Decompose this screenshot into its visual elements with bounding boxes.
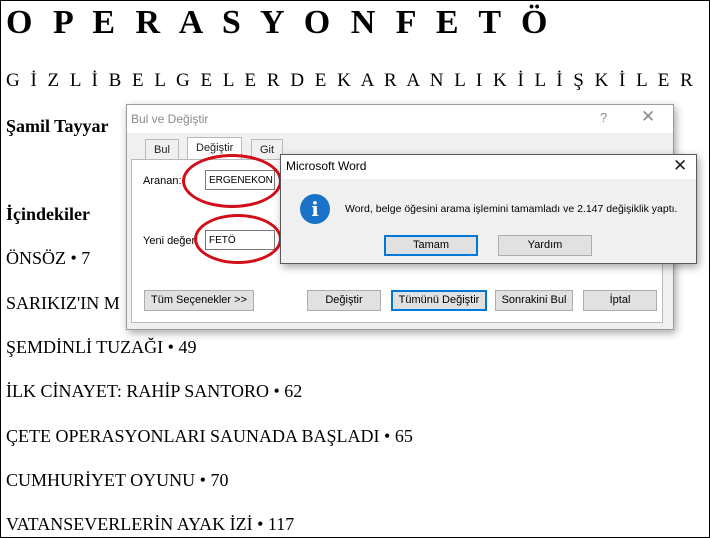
replace-label: Yeni değer: bbox=[143, 235, 199, 247]
toc-item: CUMHURİYET OYUNU • 70 bbox=[6, 470, 229, 490]
replace-value-annotation-circle bbox=[194, 214, 282, 264]
close-icon[interactable]: ✕ bbox=[673, 156, 687, 176]
close-icon[interactable]: ✕ bbox=[641, 107, 655, 127]
toc-item: İLK CİNAYET: RAHİP SANTORO • 62 bbox=[6, 381, 303, 401]
toc-item: ÇETE OPERASYONLARI SAUNADA BAŞLADI • 65 bbox=[6, 426, 413, 446]
help-button[interactable]: Yardım bbox=[498, 235, 592, 256]
toc-item: SARIKIZ'IN M bbox=[6, 293, 120, 313]
find-label: Aranan: bbox=[143, 175, 182, 187]
info-icon: i bbox=[300, 194, 330, 224]
message-box-titlebar[interactable]: Microsoft Word ✕ bbox=[281, 155, 696, 179]
message-box-body: i Word, belge öğesini arama işlemini tam… bbox=[281, 179, 696, 263]
replace-button[interactable]: Değiştir bbox=[307, 290, 381, 311]
cancel-button[interactable]: İptal bbox=[583, 290, 657, 311]
toc-item: ÖNSÖZ • 7 bbox=[6, 248, 91, 268]
help-icon[interactable]: ? bbox=[600, 110, 607, 125]
toc-item: VATANSEVERLERİN AYAK İZİ • 117 bbox=[6, 514, 295, 534]
find-replace-title: Bul ve Değiştir bbox=[131, 112, 209, 126]
message-box-title: Microsoft Word bbox=[286, 159, 367, 173]
find-value-annotation-circle bbox=[182, 154, 282, 208]
ok-button[interactable]: Tamam bbox=[384, 235, 478, 256]
replace-all-button[interactable]: Tümünü Değiştir bbox=[391, 290, 487, 311]
document-author: Şamil Tayyar bbox=[6, 116, 109, 136]
toc-heading: İçindekiler bbox=[6, 204, 90, 224]
tab-find[interactable]: Bul bbox=[145, 139, 179, 160]
document-subtitle: G İ Z L İ B E L G E L E R D E K A R A N … bbox=[6, 70, 696, 91]
word-message-box: Microsoft Word ✕ i Word, belge öğesini a… bbox=[280, 154, 697, 264]
message-text: Word, belge öğesini arama işlemini tamam… bbox=[345, 203, 678, 215]
find-replace-titlebar[interactable]: Bul ve Değiştir ? ✕ bbox=[127, 105, 673, 133]
find-next-button[interactable]: Sonrakini Bul bbox=[495, 290, 573, 311]
document-title: O P E R A S Y O N F E T Ö bbox=[6, 4, 554, 41]
toc-item: ŞEMDİNLİ TUZAĞI • 49 bbox=[6, 337, 197, 357]
more-options-button[interactable]: Tüm Seçenekler >> bbox=[144, 290, 254, 311]
